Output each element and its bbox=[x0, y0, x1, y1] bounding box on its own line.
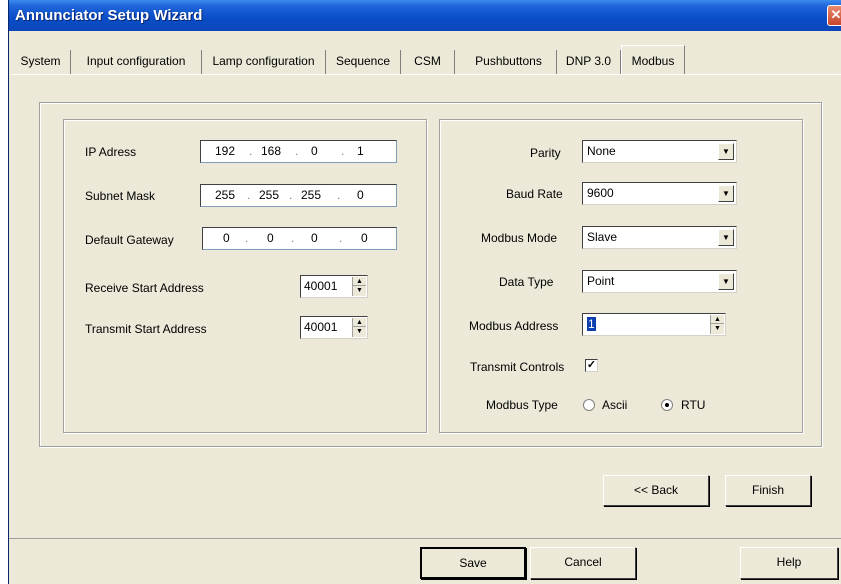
parity-dropdown[interactable]: None ▼ bbox=[582, 140, 737, 163]
ip-octet: 1 bbox=[357, 144, 364, 158]
transmit-controls-checkbox[interactable]: ✓ bbox=[585, 359, 598, 372]
spinner-arrows[interactable]: ▲ ▼ bbox=[352, 318, 366, 337]
subnet-mask-label: Subnet Mask bbox=[85, 189, 156, 203]
ip-octet: 0 bbox=[311, 144, 318, 158]
data-type-dropdown[interactable]: Point ▼ bbox=[582, 270, 737, 293]
tab-csm[interactable]: CSM bbox=[401, 50, 455, 74]
spin-down-icon[interactable]: ▼ bbox=[353, 327, 366, 336]
gateway-octet: 0 bbox=[361, 231, 368, 245]
modbus-address-label: Modbus Address bbox=[469, 319, 559, 333]
modbus-mode-label: Modbus Mode bbox=[481, 231, 558, 245]
ip-octet: 192 bbox=[215, 144, 236, 158]
spin-up-icon[interactable]: ▲ bbox=[353, 318, 366, 327]
transmit-start-address-label: Transmit Start Address bbox=[85, 322, 207, 336]
modbus-type-rtu-label[interactable]: RTU bbox=[681, 398, 705, 412]
help-button[interactable]: Help bbox=[740, 547, 838, 579]
subnet-mask-field[interactable]: 255 . 255 . 255 . 0 bbox=[200, 184, 397, 207]
baud-rate-dropdown[interactable]: 9600 ▼ bbox=[582, 182, 737, 205]
data-type-value: Point bbox=[587, 274, 615, 288]
gateway-octet: 0 bbox=[267, 231, 274, 245]
tab-label: System bbox=[20, 54, 61, 68]
tab-sequence[interactable]: Sequence bbox=[326, 50, 401, 74]
tab-input-configuration[interactable]: Input configuration bbox=[71, 50, 202, 74]
tab-dnp3[interactable]: DNP 3.0 bbox=[557, 50, 621, 74]
tab-system[interactable]: System bbox=[11, 50, 71, 74]
baud-rate-label: Baud Rate bbox=[506, 187, 563, 201]
modbus-type-ascii-radio[interactable] bbox=[583, 399, 595, 411]
save-button[interactable]: Save bbox=[420, 547, 526, 579]
subnet-octet: 255 bbox=[301, 188, 322, 202]
tab-label: CSM bbox=[414, 54, 441, 68]
spin-up-icon[interactable]: ▲ bbox=[711, 315, 724, 324]
ip-address-label: IP Adress bbox=[85, 145, 137, 159]
data-type-label: Data Type bbox=[499, 275, 554, 289]
subnet-octet: 255 bbox=[259, 188, 280, 202]
chevron-down-icon[interactable]: ▼ bbox=[718, 143, 734, 160]
spinner-arrows[interactable]: ▲ ▼ bbox=[352, 277, 366, 296]
finish-button[interactable]: Finish bbox=[725, 475, 811, 506]
network-group bbox=[63, 119, 427, 433]
tab-pushbuttons[interactable]: Pushbuttons bbox=[461, 50, 557, 74]
receive-start-address-spinner[interactable]: 40001 ▲ ▼ bbox=[300, 275, 368, 298]
chevron-down-icon[interactable]: ▼ bbox=[718, 273, 734, 290]
tab-lamp-configuration[interactable]: Lamp configuration bbox=[202, 50, 326, 74]
modbus-mode-value: Slave bbox=[587, 230, 618, 244]
gateway-octet: 0 bbox=[311, 231, 318, 245]
separator bbox=[9, 538, 841, 539]
baud-rate-value: 9600 bbox=[587, 186, 614, 200]
parity-value: None bbox=[587, 144, 616, 158]
default-gateway-field[interactable]: 0 . 0 . 0 . 0 bbox=[202, 227, 397, 250]
spin-down-icon[interactable]: ▼ bbox=[711, 324, 724, 333]
tab-label: Input configuration bbox=[86, 54, 186, 68]
ip-address-field[interactable]: 192 . 168 . 0 . 1 bbox=[200, 140, 397, 163]
spin-down-icon[interactable]: ▼ bbox=[353, 286, 366, 295]
subnet-octet: 255 bbox=[215, 188, 236, 202]
close-button[interactable]: ✕ bbox=[827, 5, 841, 26]
parity-label: Parity bbox=[530, 146, 561, 160]
modbus-mode-dropdown[interactable]: Slave ▼ bbox=[582, 226, 737, 249]
receive-start-address-label: Receive Start Address bbox=[85, 281, 204, 295]
chevron-down-icon[interactable]: ▼ bbox=[718, 229, 734, 246]
receive-start-address-value: 40001 bbox=[304, 279, 338, 293]
modbus-address-spinner[interactable]: 1 ▲ ▼ bbox=[582, 313, 726, 336]
transmit-start-address-value: 40001 bbox=[304, 320, 338, 334]
tab-modbus[interactable]: Modbus bbox=[621, 45, 685, 75]
subnet-octet: 0 bbox=[357, 188, 364, 202]
check-icon: ✓ bbox=[586, 359, 597, 371]
back-button[interactable]: << Back bbox=[603, 475, 709, 506]
modbus-address-value[interactable]: 1 bbox=[587, 317, 596, 331]
tab-label: Lamp configuration bbox=[212, 54, 315, 68]
gateway-octet: 0 bbox=[223, 231, 230, 245]
tab-label: DNP 3.0 bbox=[565, 54, 612, 68]
title-bar[interactable]: Annunciator Setup Wizard ✕ bbox=[9, 0, 841, 31]
cancel-button[interactable]: Cancel bbox=[530, 547, 636, 579]
modbus-type-rtu-radio[interactable] bbox=[661, 399, 673, 411]
tab-label: Pushbuttons bbox=[475, 54, 542, 68]
spin-up-icon[interactable]: ▲ bbox=[353, 277, 366, 286]
modbus-type-ascii-label[interactable]: Ascii bbox=[602, 398, 627, 412]
close-icon: ✕ bbox=[830, 7, 841, 22]
wizard-window: Annunciator Setup Wizard ✕ System Input … bbox=[8, 0, 841, 584]
chevron-down-icon[interactable]: ▼ bbox=[718, 185, 734, 202]
tab-label: Modbus bbox=[631, 54, 675, 68]
spinner-arrows[interactable]: ▲ ▼ bbox=[710, 315, 724, 334]
ip-octet: 168 bbox=[261, 144, 282, 158]
transmit-start-address-spinner[interactable]: 40001 ▲ ▼ bbox=[300, 316, 368, 339]
transmit-controls-label: Transmit Controls bbox=[470, 360, 565, 374]
window-title: Annunciator Setup Wizard bbox=[15, 7, 203, 24]
tab-label: Sequence bbox=[335, 54, 391, 68]
modbus-type-label: Modbus Type bbox=[486, 398, 558, 412]
default-gateway-label: Default Gateway bbox=[85, 233, 174, 247]
